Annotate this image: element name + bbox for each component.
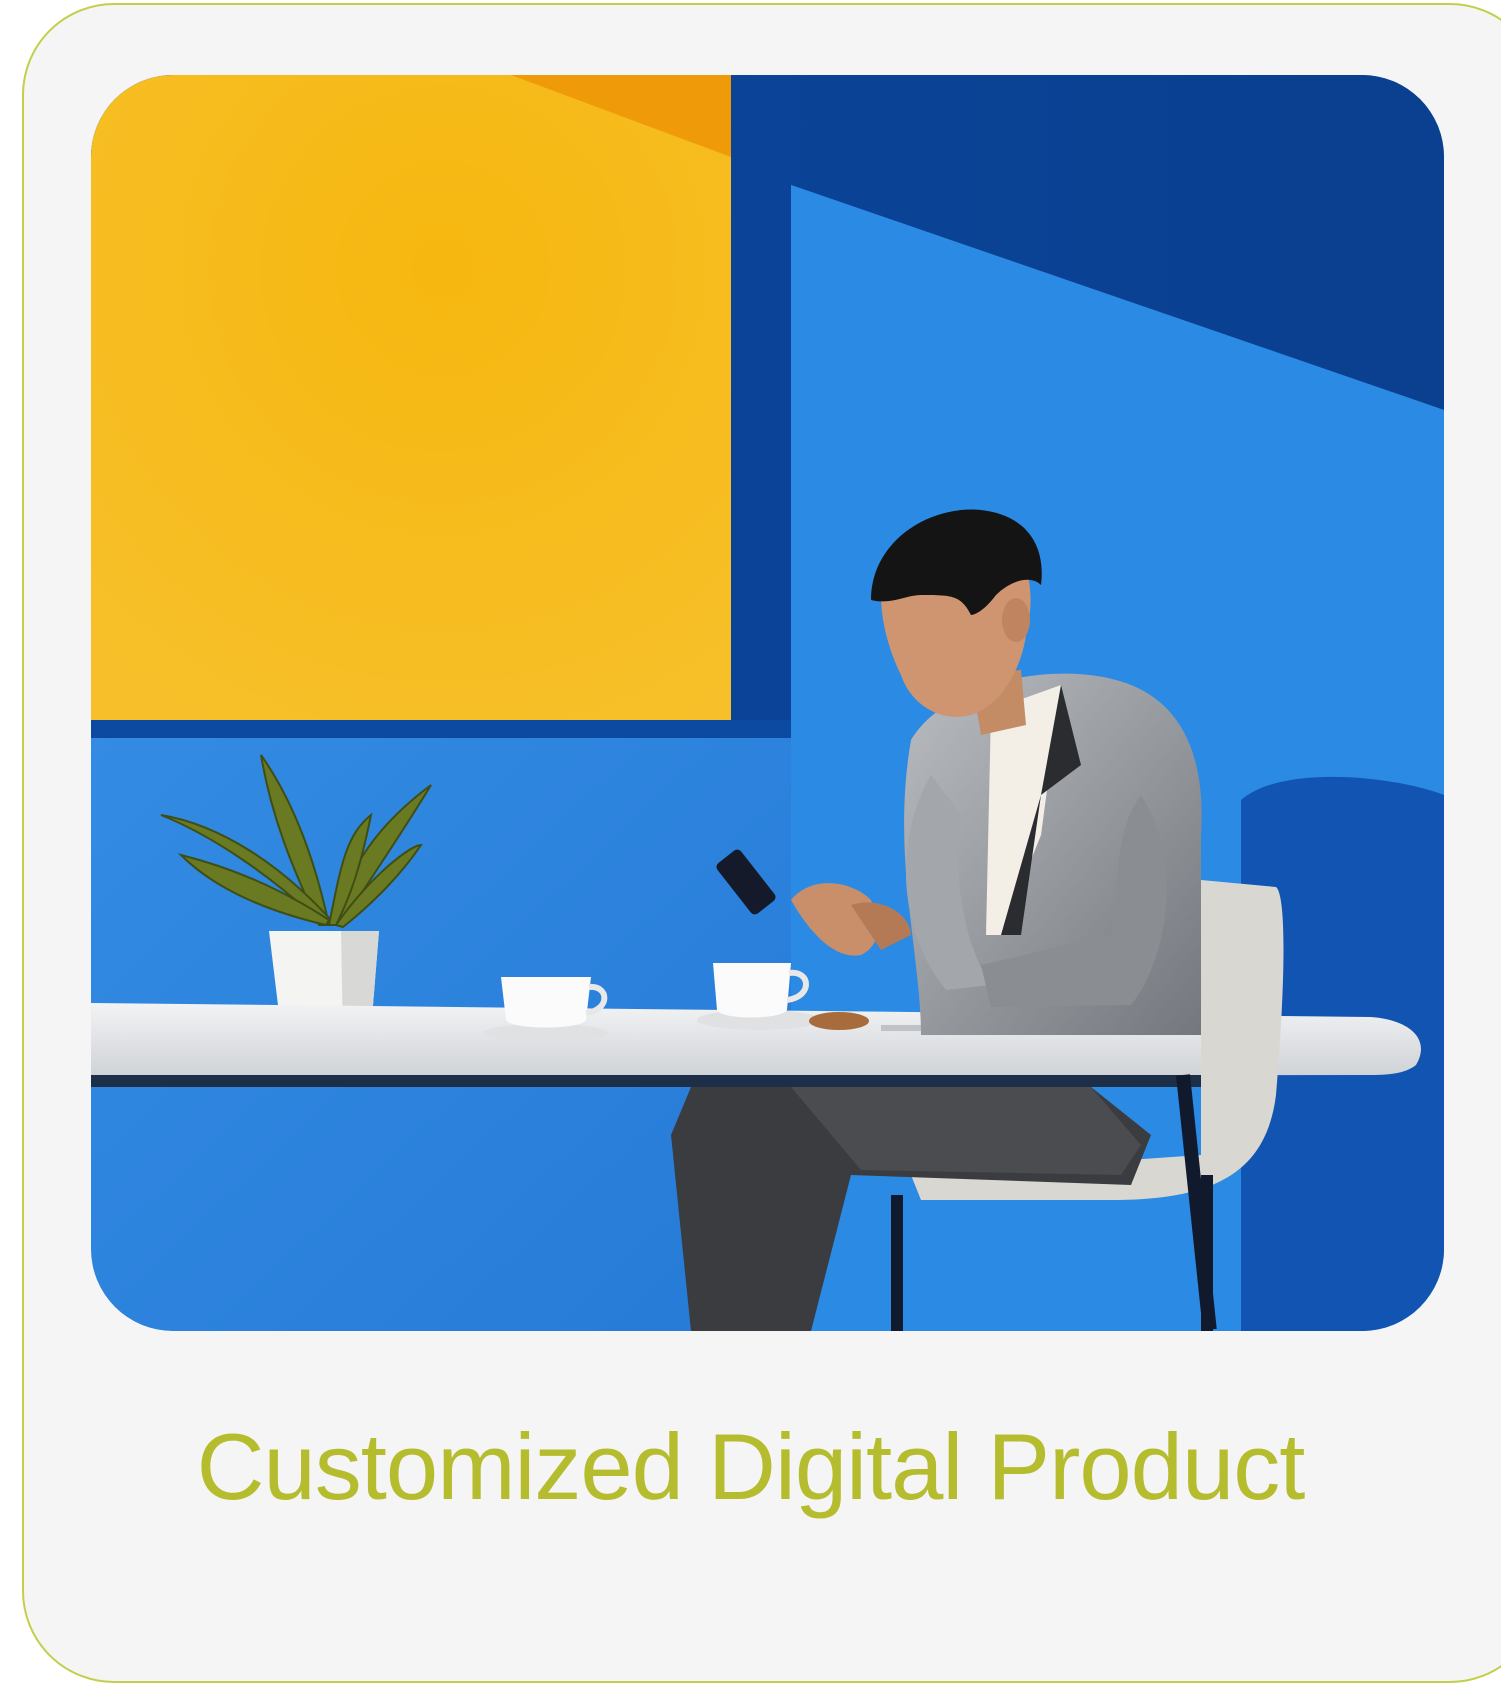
product-illustration — [91, 75, 1444, 1331]
card-title[interactable]: Customized Digital Product — [0, 1420, 1501, 1514]
